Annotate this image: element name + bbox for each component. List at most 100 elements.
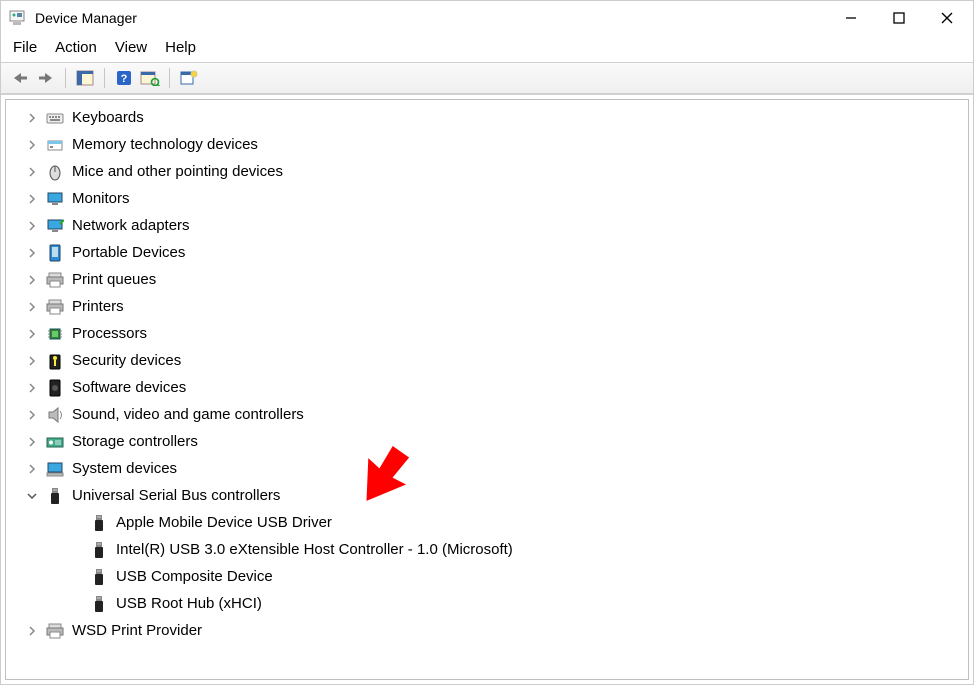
device-category-label: Universal Serial Bus controllers <box>72 487 280 504</box>
device-category-label: Portable Devices <box>72 244 185 261</box>
toolbar-separator <box>65 68 66 88</box>
device-category[interactable]: Mice and other pointing devices <box>6 158 968 185</box>
device-category[interactable]: Monitors <box>6 185 968 212</box>
toolbar: ? <box>1 62 973 94</box>
device-item[interactable]: USB Composite Device <box>6 563 968 590</box>
svg-text:?: ? <box>121 73 128 85</box>
software-icon <box>46 379 64 397</box>
device-category[interactable]: Network adapters <box>6 212 968 239</box>
device-item-label: Intel(R) USB 3.0 eXtensible Host Control… <box>116 541 513 558</box>
help-button[interactable]: ? <box>113 67 135 89</box>
device-category[interactable]: Software devices <box>6 374 968 401</box>
window-frame: Device Manager File Action View Help ? <box>0 0 974 685</box>
device-category[interactable]: Sound, video and game controllers <box>6 401 968 428</box>
device-category-label: WSD Print Provider <box>72 622 202 639</box>
device-category-label: Keyboards <box>72 109 144 126</box>
expand-icon[interactable] <box>24 626 40 636</box>
menu-view[interactable]: View <box>115 39 147 56</box>
device-item[interactable]: USB Root Hub (xHCI) <box>6 590 968 617</box>
device-category[interactable]: Universal Serial Bus controllers <box>6 482 968 509</box>
usb-icon <box>90 568 108 586</box>
device-category[interactable]: Portable Devices <box>6 239 968 266</box>
expand-icon[interactable] <box>24 329 40 339</box>
scan-hardware-button[interactable] <box>139 67 161 89</box>
device-category-label: Security devices <box>72 352 181 369</box>
expand-icon[interactable] <box>24 437 40 447</box>
expand-icon[interactable] <box>24 410 40 420</box>
usb-icon <box>90 541 108 559</box>
nav-back-button[interactable] <box>9 67 31 89</box>
toolbar-separator <box>169 68 170 88</box>
usb-icon <box>90 595 108 613</box>
expand-icon[interactable] <box>24 194 40 204</box>
expand-icon[interactable] <box>24 302 40 312</box>
expand-icon[interactable] <box>24 356 40 366</box>
device-category-label: Processors <box>72 325 147 342</box>
device-item[interactable]: Apple Mobile Device USB Driver <box>6 509 968 536</box>
titlebar: Device Manager <box>1 1 973 35</box>
expand-icon[interactable] <box>24 221 40 231</box>
expand-icon[interactable] <box>24 248 40 258</box>
menu-help[interactable]: Help <box>165 39 196 56</box>
properties-button[interactable] <box>178 67 200 89</box>
monitor-icon <box>46 190 64 208</box>
printer-icon <box>46 271 64 289</box>
device-category[interactable]: Keyboards <box>6 104 968 131</box>
device-category-label: Sound, video and game controllers <box>72 406 304 423</box>
computer-icon <box>46 460 64 478</box>
device-item[interactable]: Intel(R) USB 3.0 eXtensible Host Control… <box>6 536 968 563</box>
device-category[interactable]: Security devices <box>6 347 968 374</box>
device-category-label: Network adapters <box>72 217 190 234</box>
minimize-button[interactable] <box>827 3 875 33</box>
expand-icon[interactable] <box>24 464 40 474</box>
maximize-button[interactable] <box>875 3 923 33</box>
card-icon <box>46 136 64 154</box>
network-icon <box>46 217 64 235</box>
device-category[interactable]: Processors <box>6 320 968 347</box>
app-icon <box>9 10 25 26</box>
device-category-label: Mice and other pointing devices <box>72 163 283 180</box>
window-title: Device Manager <box>35 10 827 26</box>
device-item-label: USB Composite Device <box>116 568 273 585</box>
storage-icon <box>46 433 64 451</box>
device-category-label: Print queues <box>72 271 156 288</box>
expand-icon[interactable] <box>24 167 40 177</box>
printer-icon <box>46 298 64 316</box>
keyboard-icon <box>46 109 64 127</box>
expand-icon[interactable] <box>24 140 40 150</box>
menu-action[interactable]: Action <box>55 39 97 56</box>
menu-file[interactable]: File <box>13 39 37 56</box>
device-category[interactable]: WSD Print Provider <box>6 617 968 644</box>
device-tree[interactable]: Keyboards Memory technology devices Mice a… <box>5 99 969 680</box>
content-area: Keyboards Memory technology devices Mice a… <box>1 94 973 684</box>
mobile-icon <box>46 244 64 262</box>
device-category-label: Memory technology devices <box>72 136 258 153</box>
usb-icon <box>46 487 64 505</box>
close-button[interactable] <box>923 3 971 33</box>
device-category-label: Storage controllers <box>72 433 198 450</box>
collapse-icon[interactable] <box>24 491 40 501</box>
expand-icon[interactable] <box>24 383 40 393</box>
toolbar-separator <box>104 68 105 88</box>
device-category[interactable]: Printers <box>6 293 968 320</box>
show-hide-tree-button[interactable] <box>74 67 96 89</box>
device-category-label: Monitors <box>72 190 130 207</box>
device-category[interactable]: Memory technology devices <box>6 131 968 158</box>
nav-forward-button[interactable] <box>35 67 57 89</box>
device-item-label: USB Root Hub (xHCI) <box>116 595 262 612</box>
security-icon <box>46 352 64 370</box>
expand-icon[interactable] <box>24 113 40 123</box>
expand-icon[interactable] <box>24 275 40 285</box>
device-category[interactable]: Storage controllers <box>6 428 968 455</box>
device-category[interactable]: Print queues <box>6 266 968 293</box>
speaker-icon <box>46 406 64 424</box>
usb-icon <box>90 514 108 532</box>
device-category-label: Printers <box>72 298 124 315</box>
device-category-label: Software devices <box>72 379 186 396</box>
mouse-icon <box>46 163 64 181</box>
device-item-label: Apple Mobile Device USB Driver <box>116 514 332 531</box>
device-category[interactable]: System devices <box>6 455 968 482</box>
cpu-icon <box>46 325 64 343</box>
printer-icon <box>46 622 64 640</box>
menu-bar: File Action View Help <box>1 35 973 62</box>
